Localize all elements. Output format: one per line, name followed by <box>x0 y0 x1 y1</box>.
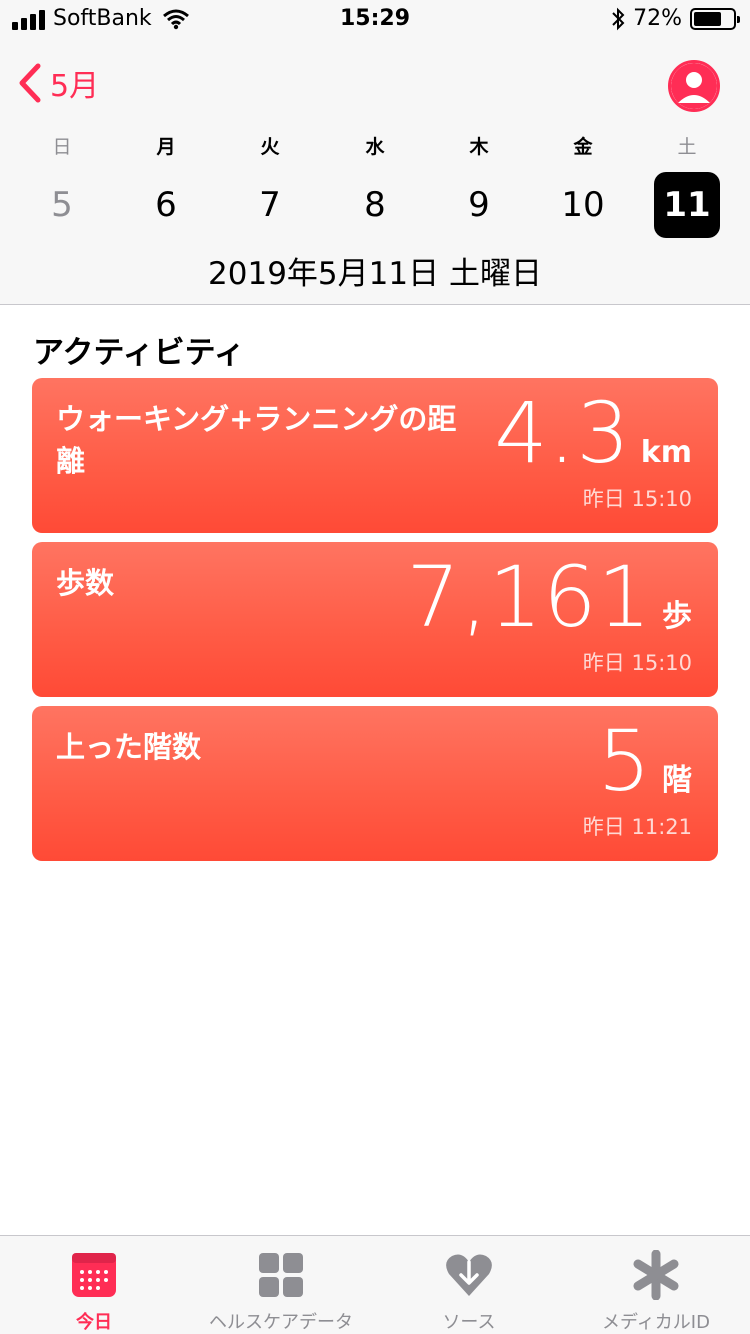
tab-label: メディカルID <box>602 1312 710 1333</box>
profile-button[interactable] <box>668 60 720 112</box>
day-cell[interactable]: 9 <box>446 172 512 238</box>
battery-icon <box>690 7 740 30</box>
weekday-sun: 日 <box>52 136 72 158</box>
day-cell[interactable]: 8 <box>342 172 408 238</box>
flights-card[interactable]: 上った階数 5 階 昨日 11:21 <box>32 706 718 861</box>
section-title: アクティビティ <box>33 335 245 371</box>
card-value: 5 階 <box>598 712 692 810</box>
back-label: 5月 <box>50 69 100 104</box>
steps-card[interactable]: 歩数 7,161 歩 昨日 15:10 <box>32 542 718 697</box>
weekday-tue: 火 <box>260 136 280 158</box>
day-cell[interactable]: 5 <box>29 172 95 238</box>
status-bar: SoftBank 15:29 72% <box>0 0 750 40</box>
tab-health-data[interactable]: ヘルスケアデータ <box>187 1236 375 1334</box>
battery-fill <box>694 11 722 26</box>
day-cell[interactable]: 10 <box>550 172 616 238</box>
card-number: 7,161 <box>406 548 652 646</box>
card-timestamp: 昨日 11:21 <box>582 815 692 839</box>
heart-download-icon <box>446 1254 492 1296</box>
weekday-wed: 水 <box>365 136 385 158</box>
tab-medical-id[interactable]: メディカルID <box>562 1236 750 1334</box>
grid-icon <box>259 1253 303 1297</box>
profile-icon <box>671 63 717 109</box>
day-cell[interactable]: 7 <box>237 172 303 238</box>
card-unit: km <box>640 435 692 470</box>
back-button[interactable]: 5月 <box>14 60 99 106</box>
bluetooth-icon <box>612 7 625 30</box>
day-cell-selected[interactable]: 11 <box>654 172 720 238</box>
card-timestamp: 昨日 15:10 <box>582 651 692 675</box>
calendar-icon <box>72 1253 116 1297</box>
weekday-row: 日 月 火 水 木 金 土 <box>0 132 750 162</box>
weekday-mon: 月 <box>156 136 176 158</box>
card-title: 上った階数 <box>56 730 202 764</box>
card-value: 7,161 歩 <box>407 548 692 646</box>
card-number: 5 <box>597 712 652 810</box>
tab-label: ソース <box>442 1312 496 1333</box>
card-value: 4.3 km <box>494 384 692 482</box>
weekday-sat: 土 <box>677 136 697 158</box>
card-unit: 階 <box>662 763 692 798</box>
weekday-thu: 木 <box>469 136 489 158</box>
tab-label: 今日 <box>76 1312 112 1333</box>
card-unit: 歩 <box>662 599 692 634</box>
chevron-left-icon <box>19 63 41 103</box>
tab-today[interactable]: 今日 <box>0 1236 188 1334</box>
card-timestamp: 昨日 15:10 <box>582 487 692 511</box>
card-number: 4.3 <box>494 384 631 482</box>
asterisk-icon <box>633 1250 679 1300</box>
status-right: 72% <box>611 6 740 31</box>
tab-sources[interactable]: ソース <box>375 1236 563 1334</box>
distance-card[interactable]: ウォーキング+ランニングの距離 4.3 km 昨日 15:10 <box>32 378 718 533</box>
weekday-fri: 金 <box>573 136 593 158</box>
tab-label: ヘルスケアデータ <box>209 1312 353 1333</box>
battery-percent: 72% <box>633 6 682 31</box>
full-date: 2019年5月11日 土曜日 <box>208 256 542 292</box>
card-title: ウォーキング+ランニングの距離 <box>56 402 457 479</box>
day-row: 5 6 7 8 9 10 11 <box>0 172 750 242</box>
calendar-header: 5月 日 月 火 水 木 金 土 5 6 7 8 9 10 11 2019年5月… <box>0 40 750 305</box>
day-cell[interactable]: 6 <box>133 172 199 238</box>
tab-bar: 今日 ヘルスケアデータ ソース メディカルID <box>0 1235 750 1334</box>
